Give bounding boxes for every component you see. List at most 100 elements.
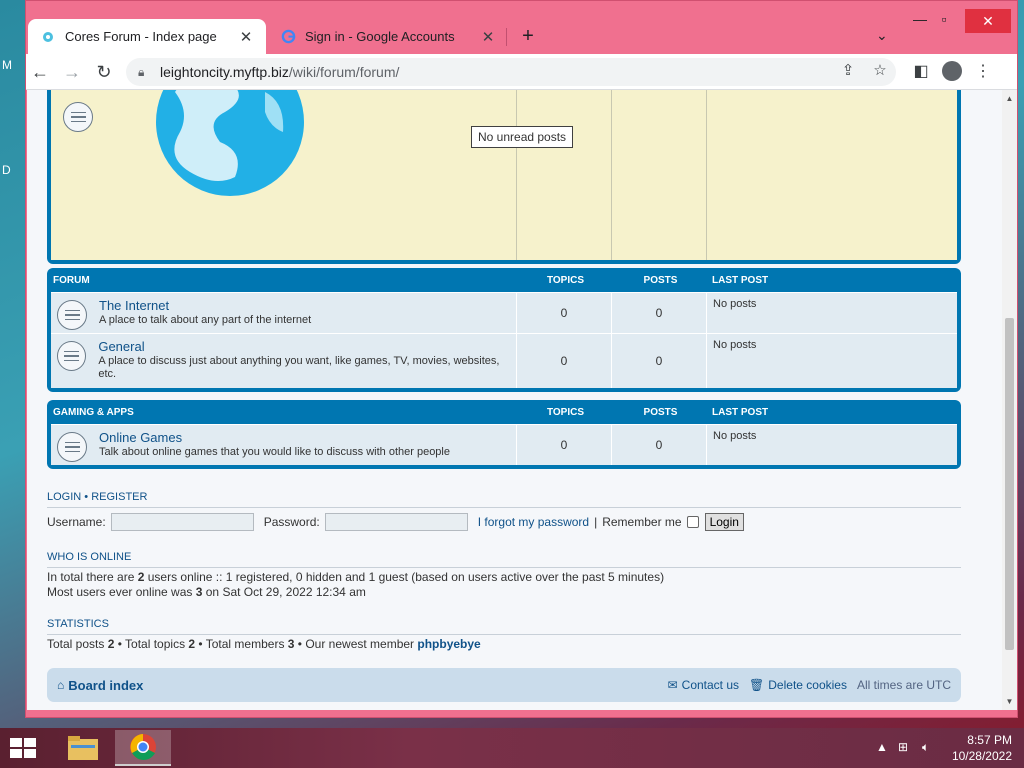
volume-icon[interactable]: 🔈︎ bbox=[922, 740, 929, 755]
last-post-cell bbox=[707, 90, 957, 260]
forum-row: Online Games Talk about online games tha… bbox=[51, 424, 957, 465]
login-header: LOGIN • REGISTER bbox=[47, 491, 961, 508]
bookmark-star-icon[interactable]: ☆ bbox=[870, 61, 890, 79]
topics-count: 0 bbox=[517, 425, 612, 465]
taskbar: ▲ ⊞ 🔈︎ 8:57 PM 10/28/2022 bbox=[0, 728, 1024, 768]
footer-navbar: ⌂ Board index ✉ Contact us 🗑︎ Delete coo… bbox=[47, 668, 961, 702]
forum-block-partial: No unread posts bbox=[47, 90, 961, 264]
remember-me-checkbox[interactable] bbox=[686, 516, 699, 528]
posts-count: 0 bbox=[612, 293, 707, 333]
tab-separator bbox=[506, 28, 507, 46]
address-bar[interactable]: 🔒︎ leightoncity.myftp.biz /wiki/forum/fo… bbox=[126, 58, 896, 86]
forum-title-link[interactable]: General bbox=[98, 339, 510, 354]
column-topics: TOPICS bbox=[546, 274, 585, 286]
username-label: Username: bbox=[47, 515, 106, 529]
forum-title-link[interactable]: The Internet bbox=[99, 298, 311, 313]
forgot-password-link[interactable]: I forgot my password bbox=[478, 515, 589, 529]
browser-toolbar: ← → ↻ 🔒︎ leightoncity.myftp.biz /wiki/fo… bbox=[26, 54, 1017, 90]
category-header: FORUM TOPICS POSTS LAST POST bbox=[51, 268, 957, 292]
side-panel-icon[interactable]: ◧ bbox=[910, 61, 932, 81]
who-is-online-header[interactable]: WHO IS ONLINE bbox=[47, 551, 961, 568]
file-explorer-icon[interactable] bbox=[55, 730, 111, 766]
password-label: Password: bbox=[263, 515, 320, 529]
last-post: No posts bbox=[713, 339, 757, 351]
close-tab-icon[interactable]: ✕ bbox=[238, 28, 254, 46]
forum-title-link[interactable]: Online Games bbox=[99, 430, 450, 445]
share-icon[interactable]: ⇪ bbox=[838, 61, 858, 79]
category-title-link[interactable]: FORUM bbox=[51, 275, 518, 286]
password-input[interactable] bbox=[324, 513, 468, 531]
clock-time: 8:57 PM bbox=[967, 733, 1012, 747]
globe-logo-icon bbox=[156, 90, 304, 196]
forum-read-icon bbox=[57, 432, 87, 462]
delete-cookies-link[interactable]: Delete cookies bbox=[768, 678, 847, 692]
username-input[interactable] bbox=[110, 513, 254, 531]
topics-count: 0 bbox=[517, 293, 612, 333]
newest-member-link[interactable]: phpbyebye bbox=[417, 637, 480, 651]
posts-count: 0 bbox=[612, 425, 707, 465]
column-posts: POSTS bbox=[643, 406, 678, 418]
vertical-scrollbar[interactable]: ▲ ▼ bbox=[1002, 90, 1017, 710]
lock-icon: 🔒︎ bbox=[138, 64, 145, 79]
tray-overflow-chevron-icon[interactable]: ▲ bbox=[876, 740, 888, 754]
category-gaming-apps: GAMING & APPS TOPICS POSTS LAST POST Onl… bbox=[47, 400, 961, 469]
close-window-icon[interactable]: ✕ bbox=[965, 9, 1011, 33]
forum-read-icon bbox=[57, 300, 87, 330]
chrome-taskbar-icon[interactable] bbox=[115, 730, 171, 766]
statistics-header: STATISTICS bbox=[47, 618, 961, 635]
timezone-text: All times are UTC bbox=[856, 678, 951, 692]
network-icon[interactable]: ⊞ bbox=[898, 740, 908, 754]
forum-row-highlighted: No unread posts bbox=[51, 90, 957, 260]
tab-cores-forum[interactable]: Cores Forum - Index page ✕ bbox=[28, 19, 266, 54]
max-online-text: Most users ever online was 3 on Sat Oct … bbox=[47, 585, 366, 599]
scroll-down-arrow-icon[interactable]: ▼ bbox=[1002, 697, 1017, 706]
tab-google-signin[interactable]: Sign in - Google Accounts ✕ bbox=[268, 19, 508, 54]
last-post: No posts bbox=[713, 430, 757, 442]
scrollbar-thumb[interactable] bbox=[1005, 318, 1014, 650]
google-favicon-icon bbox=[280, 29, 296, 45]
forum-read-icon bbox=[63, 102, 93, 132]
windows-start-icon[interactable] bbox=[8, 737, 38, 759]
clock-date: 10/28/2022 bbox=[951, 749, 1012, 763]
tab-search-chevron-icon[interactable]: ⌄ bbox=[876, 27, 888, 44]
forum-read-icon bbox=[57, 341, 87, 371]
back-arrow-icon[interactable]: ← bbox=[28, 61, 52, 83]
statistics-text: Total posts 2 • Total topics 2 • Total m… bbox=[47, 637, 481, 651]
page-viewport: No unread posts FORUM TOPICS POSTS LAST … bbox=[27, 90, 1002, 710]
column-last-post: LAST POST bbox=[712, 274, 769, 286]
forum-description: A place to discuss just about anything y… bbox=[98, 355, 500, 380]
forward-arrow-icon[interactable]: → bbox=[60, 61, 84, 83]
topics-count: 0 bbox=[517, 334, 612, 388]
home-icon: ⌂ bbox=[57, 678, 65, 692]
online-users-text: In total there are 2 users online :: 1 r… bbox=[47, 570, 665, 584]
profile-avatar-icon[interactable] bbox=[941, 61, 963, 86]
login-form: Username: Password: I forgot my password… bbox=[47, 513, 744, 531]
new-tab-icon[interactable]: + bbox=[516, 25, 540, 48]
desktop-label-m: M bbox=[2, 58, 12, 72]
topics-cell bbox=[517, 90, 612, 260]
column-last-post: LAST POST bbox=[712, 406, 769, 418]
last-post: No posts bbox=[713, 298, 757, 310]
close-tab-icon[interactable]: ✕ bbox=[480, 28, 496, 46]
scroll-up-arrow-icon[interactable]: ▲ bbox=[1002, 94, 1017, 103]
tab-title: Sign in - Google Accounts bbox=[305, 29, 455, 44]
forum-row: General A place to discuss just about an… bbox=[51, 333, 957, 388]
tab-strip: Cores Forum - Index page ✕ Sign in - Goo… bbox=[26, 1, 1017, 54]
category-header: GAMING & APPS TOPICS POSTS LAST POST bbox=[51, 400, 957, 424]
clock[interactable]: 8:57 PM 10/28/2022 bbox=[952, 732, 1012, 764]
maximize-icon[interactable]: ▫ bbox=[929, 11, 959, 27]
category-forum: FORUM TOPICS POSTS LAST POST The Interne… bbox=[47, 268, 961, 392]
contact-us-link[interactable]: Contact us bbox=[682, 678, 739, 692]
tooltip-no-unread: No unread posts bbox=[471, 126, 574, 148]
forum-favicon-icon bbox=[40, 29, 56, 45]
separator-bullet: • bbox=[84, 491, 89, 503]
login-link[interactable]: LOGIN bbox=[47, 491, 81, 503]
menu-kebab-icon[interactable]: ⋮ bbox=[972, 61, 994, 81]
board-index-link[interactable]: Board index bbox=[68, 678, 143, 693]
category-title-link[interactable]: GAMING & APPS bbox=[51, 407, 518, 418]
pipe-separator: | bbox=[594, 515, 598, 529]
login-button[interactable]: Login bbox=[704, 513, 744, 531]
reload-icon[interactable]: ↻ bbox=[92, 61, 116, 83]
register-link[interactable]: REGISTER bbox=[91, 491, 147, 503]
trash-icon: 🗑︎ bbox=[749, 678, 765, 692]
